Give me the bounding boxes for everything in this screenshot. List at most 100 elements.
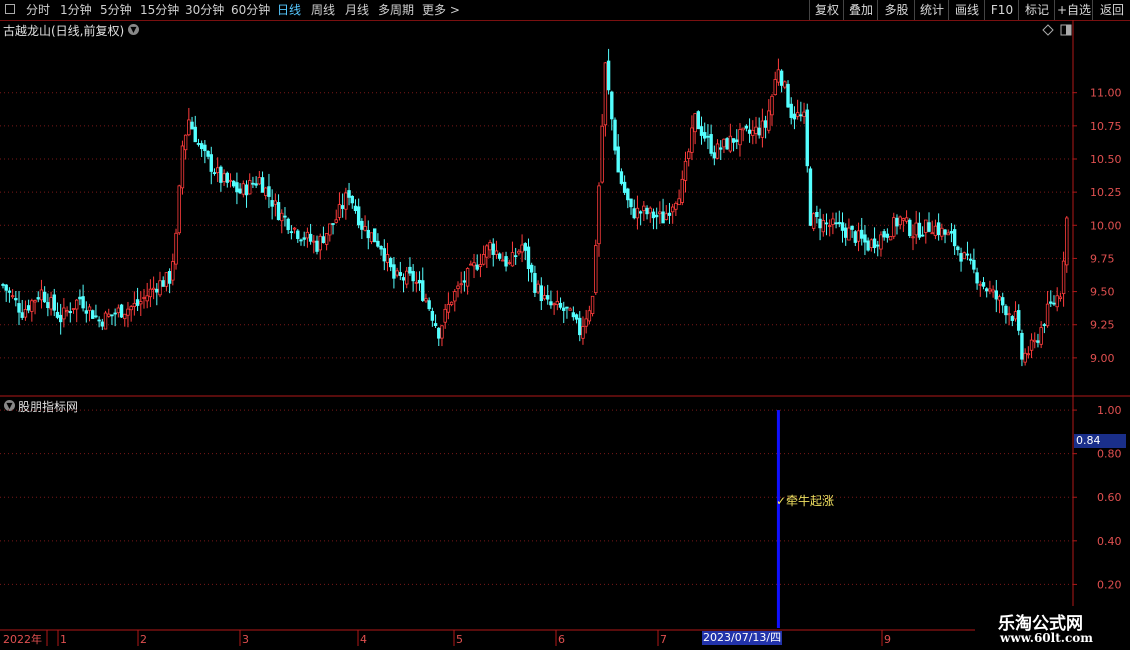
candle-body bbox=[876, 244, 880, 247]
candle-body bbox=[658, 211, 662, 215]
candle-body bbox=[87, 306, 92, 311]
price-tick-label: 10.75 bbox=[1090, 120, 1122, 133]
candle-body bbox=[1001, 297, 1005, 306]
candle-body bbox=[892, 217, 896, 237]
candle-body bbox=[504, 256, 508, 267]
price-tick-label: 10.00 bbox=[1090, 219, 1122, 232]
candle-body bbox=[116, 307, 121, 314]
candle-body bbox=[642, 205, 646, 211]
candle-body bbox=[36, 297, 40, 300]
candle-body bbox=[911, 236, 915, 239]
candle-body bbox=[715, 143, 720, 159]
candle-body bbox=[821, 220, 825, 233]
candle-body bbox=[411, 271, 415, 282]
candle-body bbox=[119, 304, 124, 318]
watermark-url: www.60lt.com bbox=[1000, 631, 1093, 645]
candle-body bbox=[1023, 352, 1027, 363]
candle-body bbox=[103, 312, 108, 330]
candle-body bbox=[738, 129, 742, 146]
candle-body bbox=[199, 143, 204, 150]
candle-body bbox=[158, 280, 162, 296]
candle-body bbox=[497, 253, 502, 259]
month-label: 2 bbox=[140, 633, 147, 646]
candle-body bbox=[142, 297, 146, 299]
candle-body bbox=[629, 198, 633, 208]
candle-body bbox=[148, 288, 153, 298]
candle-body bbox=[760, 120, 765, 138]
candle-body bbox=[520, 244, 524, 253]
candle-body bbox=[30, 300, 34, 312]
candle-body bbox=[212, 172, 217, 175]
kline-chart[interactable]: 9.009.259.509.7510.0010.2510.5010.7511.0… bbox=[0, 0, 1130, 650]
candle-body bbox=[276, 202, 281, 221]
candle-body bbox=[331, 223, 335, 225]
candle-body bbox=[827, 225, 832, 227]
candle-body bbox=[1017, 310, 1021, 331]
candle-body bbox=[940, 227, 944, 237]
year-label: 2022年 bbox=[3, 632, 42, 646]
candle-body bbox=[305, 231, 310, 239]
candle-body bbox=[802, 111, 806, 117]
candle-body bbox=[603, 62, 608, 126]
candle-body bbox=[299, 239, 303, 242]
candle-body bbox=[619, 171, 624, 184]
candle-body bbox=[26, 305, 31, 311]
candle-body bbox=[831, 218, 835, 225]
candle-body bbox=[699, 126, 704, 136]
indicator-tick-label: 0.40 bbox=[1097, 535, 1122, 548]
candle-body bbox=[443, 308, 447, 323]
candle-body bbox=[187, 119, 191, 136]
candle-body bbox=[965, 253, 970, 256]
candle-body bbox=[920, 234, 925, 237]
candle-body bbox=[638, 211, 643, 214]
month-label: 4 bbox=[360, 633, 367, 646]
candle-body bbox=[722, 138, 726, 148]
candle-body bbox=[924, 219, 928, 233]
candle-body bbox=[860, 229, 864, 239]
candle-body bbox=[132, 302, 137, 308]
candle-body bbox=[33, 300, 37, 303]
candle-body bbox=[267, 186, 271, 197]
signal-bars bbox=[776, 410, 780, 628]
candle-body bbox=[164, 272, 169, 287]
candle-body bbox=[754, 126, 758, 134]
candle-body bbox=[988, 288, 992, 292]
signal-bar bbox=[776, 410, 780, 628]
candle-body bbox=[549, 301, 553, 306]
candle-body bbox=[946, 232, 950, 236]
indicator-axis-ticks: 0.20 0.40 0.60 0.80 1.00 bbox=[1073, 404, 1122, 591]
candle-body bbox=[1065, 217, 1069, 266]
candle-body bbox=[465, 268, 470, 287]
candle-body bbox=[741, 127, 745, 131]
candle-body bbox=[507, 262, 511, 264]
candle-body bbox=[597, 185, 601, 245]
candle-body bbox=[837, 222, 841, 225]
candle-body bbox=[151, 287, 156, 290]
candle-body bbox=[241, 183, 246, 195]
candle-body bbox=[324, 233, 329, 245]
candle-body bbox=[815, 211, 819, 218]
candle-body bbox=[264, 187, 268, 196]
candle-body bbox=[783, 81, 787, 88]
candle-body bbox=[481, 254, 486, 265]
candle-body bbox=[952, 229, 957, 247]
candle-body bbox=[529, 264, 534, 273]
candle-body bbox=[472, 262, 476, 267]
candle-body bbox=[456, 285, 460, 290]
candle-body bbox=[651, 211, 656, 219]
candle-body bbox=[446, 303, 451, 313]
candle-body bbox=[273, 200, 278, 205]
candle-body bbox=[321, 236, 326, 244]
candle-body bbox=[879, 234, 883, 250]
candle-body bbox=[478, 264, 483, 267]
candle-body bbox=[949, 231, 954, 234]
candle-body bbox=[1026, 353, 1031, 356]
candle-body bbox=[340, 205, 345, 209]
candle-body bbox=[427, 300, 431, 310]
candle-body bbox=[433, 323, 438, 327]
candle-body bbox=[180, 145, 185, 189]
candle-body bbox=[626, 188, 630, 201]
candle-body bbox=[664, 213, 668, 220]
candle-body bbox=[590, 295, 595, 314]
candle-body bbox=[792, 113, 797, 120]
